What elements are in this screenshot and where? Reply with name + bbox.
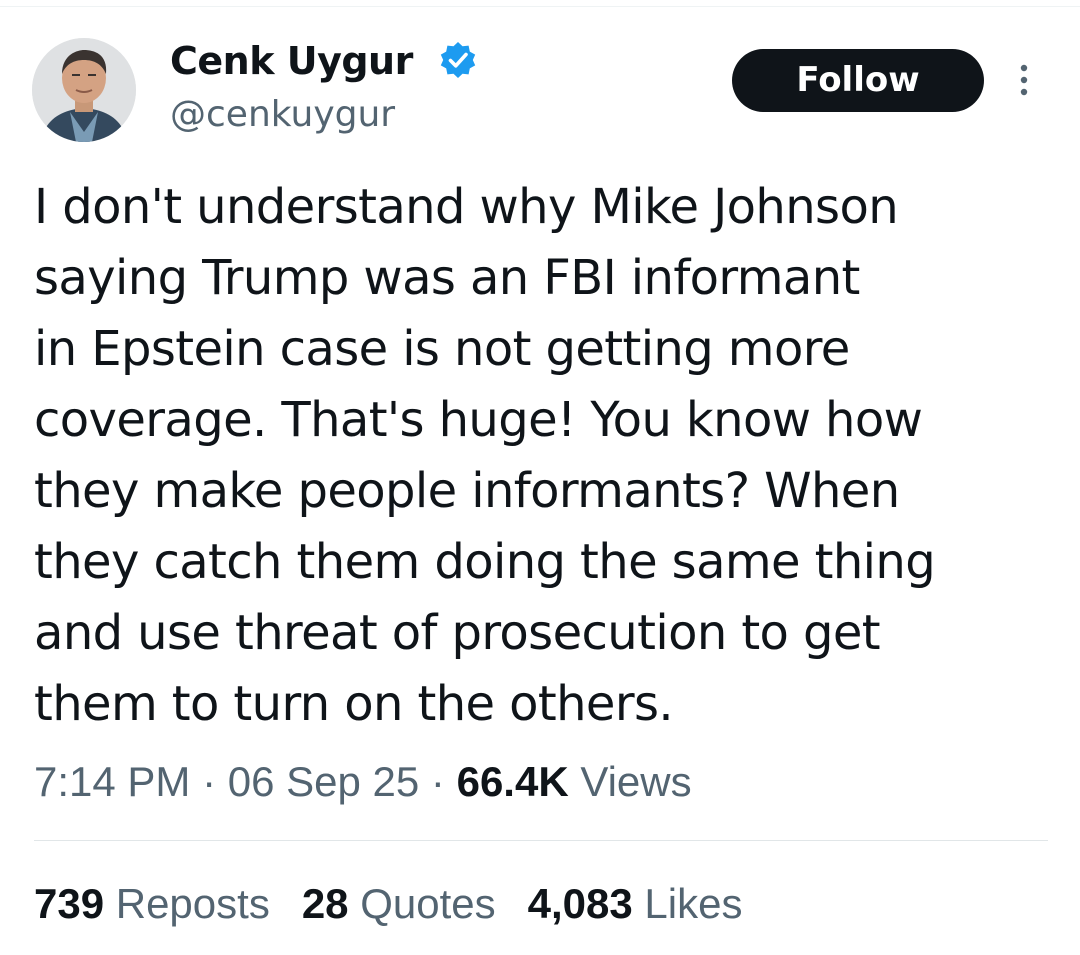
quotes-count: 28 (301, 880, 349, 927)
quotes-stat[interactable]: 28 Quotes (302, 878, 496, 930)
top-divider (0, 6, 1080, 7)
quotes-label: Quotes (348, 880, 496, 927)
views-count[interactable]: 66.4K (457, 758, 569, 805)
meta-separator: · (190, 758, 228, 805)
tweet-date[interactable]: 06 Sep 25 (228, 758, 420, 805)
tweet-line: in Epstein case is not getting more (34, 321, 850, 377)
tweet-time[interactable]: 7:14 PM (34, 758, 190, 805)
more-vertical-icon[interactable] (1012, 62, 1036, 98)
likes-stat[interactable]: 4,083 Likes (528, 878, 743, 930)
reposts-label: Reposts (104, 880, 270, 927)
engagement-stats: 739 Reposts 28 Quotes 4,083 Likes (34, 878, 774, 930)
tweet-line: I don't understand why Mike Johnson (34, 179, 899, 235)
verified-badge-icon (440, 42, 476, 78)
tweet-line: and use threat of prosecution to get (34, 605, 881, 661)
follow-button[interactable]: Follow (732, 49, 984, 112)
reposts-stat[interactable]: 739 Reposts (34, 878, 270, 930)
tweet-line: saying Trump was an FBI informant (34, 250, 860, 306)
reposts-count: 739 (34, 880, 105, 927)
author-display-name[interactable]: Cenk Uygur (170, 40, 413, 82)
tweet-line: coverage. That's huge! You know how (34, 392, 923, 448)
likes-count: 4,083 (527, 880, 633, 927)
meta-separator: · (419, 758, 457, 805)
profile-photo-icon (32, 38, 136, 142)
tweet-meta: 7:14 PM · 06 Sep 25 · 66.4K Views (34, 756, 692, 808)
tweet-line: they catch them doing the same thing (34, 534, 936, 590)
tweet-text: I don't understand why Mike Johnson sayi… (34, 172, 1034, 740)
tweet-line: they make people informants? When (34, 463, 900, 519)
likes-label: Likes (632, 880, 743, 927)
tweet-line: them to turn on the others. (34, 676, 674, 732)
stats-divider (34, 840, 1048, 841)
author-handle[interactable]: @cenkuygur (170, 94, 395, 136)
avatar[interactable] (32, 38, 136, 142)
views-label: Views (568, 758, 692, 805)
